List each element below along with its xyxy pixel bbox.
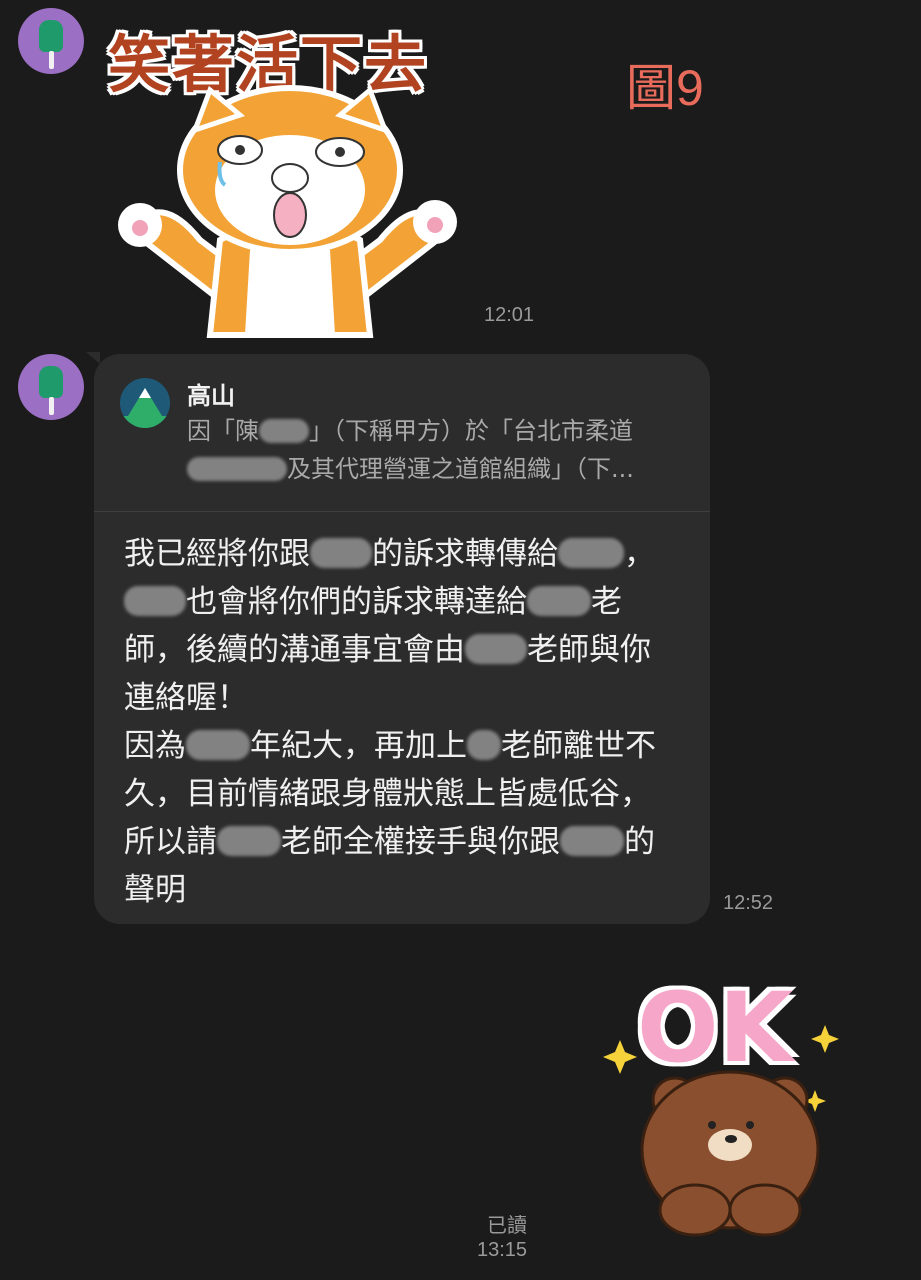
message-fragment: 的 [624,824,655,860]
mountain-logo-icon [120,378,170,428]
snippet-text: 因「陳 [187,417,259,445]
read-status: 已讀 [487,1213,527,1237]
message-text: 我已經將你跟 的訴求轉傳給， 也會將你們的訴求轉達給老 師，後續的溝通事宜會由 老師… [124,530,690,914]
message-fragment: 久，目前情緒跟身體狀態上皆處低谷， [124,776,651,812]
message-fragment: 老 [591,584,622,620]
redacted-mark [187,457,287,481]
redacted-mark [560,826,624,856]
redacted-mark [186,730,250,760]
sticker-timestamp: 12:01 [484,304,535,326]
link-preview[interactable]: 高山 因「陳 」（下稱甲方）於「台北市柔道 及其代理營運之道館組織」（下... [94,354,710,510]
message-fragment: 所以請 [124,824,217,860]
snippet-text: 」（下稱甲方）於「台北市柔道 [309,417,633,445]
snippet-text: 及其代理營運之道館組織」（下... [287,455,634,483]
popsicle-stick [49,397,54,415]
message-fragment: 老師全權接手與你跟 [281,824,560,860]
message-fragment: 連絡喔！ [124,680,248,716]
redacted-mark [310,538,372,568]
sticker-timestamp: 13:15 [477,1239,528,1261]
message-fragment: 年紀大，再加上 [250,728,467,764]
message-fragment: 也會將你們的訴求轉達給 [186,584,527,620]
figure-label: 圖9 [626,60,704,116]
message-timestamp: 12:52 [723,892,774,914]
message-fragment: 的訴求轉傳給 [372,536,558,572]
mountain-icon [120,388,170,428]
preview-snippet: 因「陳 」（下稱甲方）於「台北市柔道 及其代理營運之道館組織」（下... [187,412,683,488]
redacted-mark [124,586,186,616]
sender-avatar[interactable] [18,354,84,420]
message-fragment: 因為 [124,728,186,764]
message-fragment: ， [624,536,655,572]
redacted-mark [467,730,501,760]
sender-avatar[interactable] [18,8,84,74]
redacted-mark [527,586,591,616]
message-fragment: 我已經將你跟 [124,536,310,572]
popsicle-icon [39,20,63,52]
message-fragment: 老師離世不 [501,728,656,764]
popsicle-stick [49,51,54,69]
redacted-mark [465,634,527,664]
redacted-mark [217,826,281,856]
preview-source-name: 高山 [187,382,235,410]
redacted-mark [558,538,624,568]
message-fragment: 聲明 [124,872,186,908]
ok-bear-sticker[interactable]: OK [600,960,850,1260]
cat-illustration [118,85,457,338]
message-fragment: 老師與你 [527,632,651,668]
preview-divider [94,511,710,512]
popsicle-icon [39,366,63,398]
ok-sticker-text: OK [637,972,793,1084]
redacted-mark [259,419,309,443]
message-bubble[interactable]: 高山 因「陳 」（下稱甲方）於「台北市柔道 及其代理營運之道館組織」（下... 我… [94,354,710,924]
cat-sticker[interactable]: 笑著活下去 [100,0,480,340]
message-fragment: 師，後續的溝通事宜會由 [124,632,465,668]
